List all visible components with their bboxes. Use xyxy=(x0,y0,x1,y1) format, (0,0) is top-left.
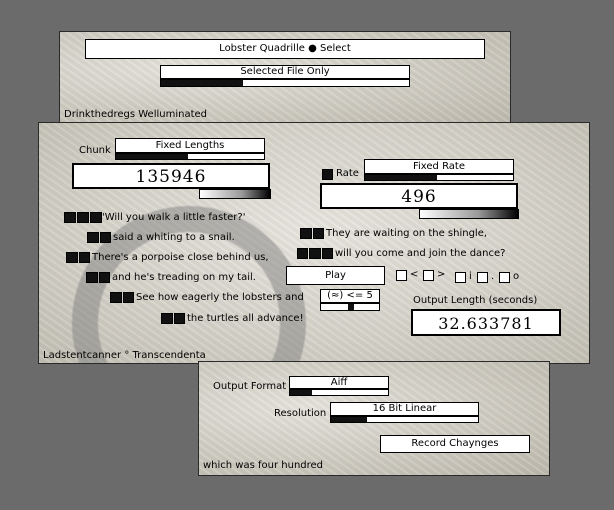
line-5-text: See how eagerly the lobsters and xyxy=(136,292,304,303)
file-mode-bar-fill xyxy=(161,80,243,86)
title-bar[interactable]: Lobster Quadrille ● Select xyxy=(85,39,485,59)
line-2-text: said a whiting to a snail. xyxy=(113,232,235,243)
i-checkbox[interactable] xyxy=(455,272,466,283)
line-4-text: and he's treading on my tail. xyxy=(112,272,256,283)
chunk-mode-selector[interactable]: Fixed Lengths xyxy=(115,138,265,153)
output-length-label: Output Length (seconds) xyxy=(413,295,538,306)
approx-selector[interactable]: (≈) <= 5 xyxy=(320,289,380,303)
line-6-text: the turtles all advance! xyxy=(187,313,304,324)
output-format-bar-fill xyxy=(290,390,312,395)
output-format-label: Output Format xyxy=(213,381,287,392)
resolution-bar-fill xyxy=(331,417,367,422)
line-7-text: They are waiting on the shingle, xyxy=(326,228,488,239)
line-3-toggles[interactable] xyxy=(66,252,90,263)
o-checkbox[interactable] xyxy=(499,272,510,283)
resolution-label: Resolution xyxy=(274,408,327,419)
rate-checkbox[interactable] xyxy=(322,169,333,180)
line-2-toggles[interactable] xyxy=(87,232,111,243)
top-panel: Lobster Quadrille ● Select Selected File… xyxy=(59,31,511,125)
dot-label: . xyxy=(491,271,495,282)
approx-scale-marker xyxy=(348,304,354,310)
line-4-toggles[interactable] xyxy=(86,272,110,283)
top-footer: Drinkthedregs Welluminated xyxy=(64,109,208,120)
rate-mode-selector[interactable]: Fixed Rate xyxy=(364,159,514,174)
gt-checkbox[interactable] xyxy=(423,270,434,281)
line-6-toggles[interactable] xyxy=(161,313,185,324)
file-mode-selector[interactable]: Selected File Only xyxy=(160,65,410,79)
resolution-selector[interactable]: 16 Bit Linear xyxy=(330,402,479,416)
bottom-panel: Output Format Aiff Resolution 16 Bit Lin… xyxy=(198,361,550,476)
output-format-selector[interactable]: Aiff xyxy=(289,376,389,389)
play-button[interactable]: Play xyxy=(286,266,385,285)
chunk-mode-bar-fill xyxy=(116,154,188,159)
main-footer: Ladstentcanner ° Transcendenta xyxy=(43,350,206,361)
lt-label: < xyxy=(410,269,419,280)
o-label: o xyxy=(513,271,520,282)
line-3-text: There's a porpoise close behind us, xyxy=(92,252,269,263)
line-5-toggles[interactable] xyxy=(110,292,134,303)
output-length-field[interactable]: 32.633781 xyxy=(411,309,561,336)
rate-mode-bar-fill xyxy=(365,175,437,180)
i-label: i xyxy=(469,271,472,282)
rate-label: Rate xyxy=(336,168,359,179)
lt-checkbox[interactable] xyxy=(396,270,407,281)
gt-label: > xyxy=(437,269,446,280)
rate-value-field[interactable]: 496 xyxy=(320,183,518,209)
rate-slider[interactable] xyxy=(419,209,519,219)
chunk-label: Chunk xyxy=(79,145,111,156)
line-8-toggles[interactable] xyxy=(297,248,333,259)
dot-checkbox[interactable] xyxy=(477,272,488,283)
chunk-slider[interactable] xyxy=(199,189,271,199)
record-changes-button[interactable]: Record Chaynges xyxy=(380,435,530,453)
line-8-text: will you come and join the dance? xyxy=(335,248,506,259)
bottom-footer: which was four hundred xyxy=(203,460,324,471)
line-1-text: 'Will you walk a little faster?' xyxy=(102,212,246,223)
line-1-toggles[interactable] xyxy=(64,212,102,223)
line-7-toggles[interactable] xyxy=(300,228,324,239)
chunk-value-field[interactable]: 135946 xyxy=(72,163,270,189)
main-panel: Chunk Fixed Lengths 135946 Rate Fixed Ra… xyxy=(38,122,590,364)
